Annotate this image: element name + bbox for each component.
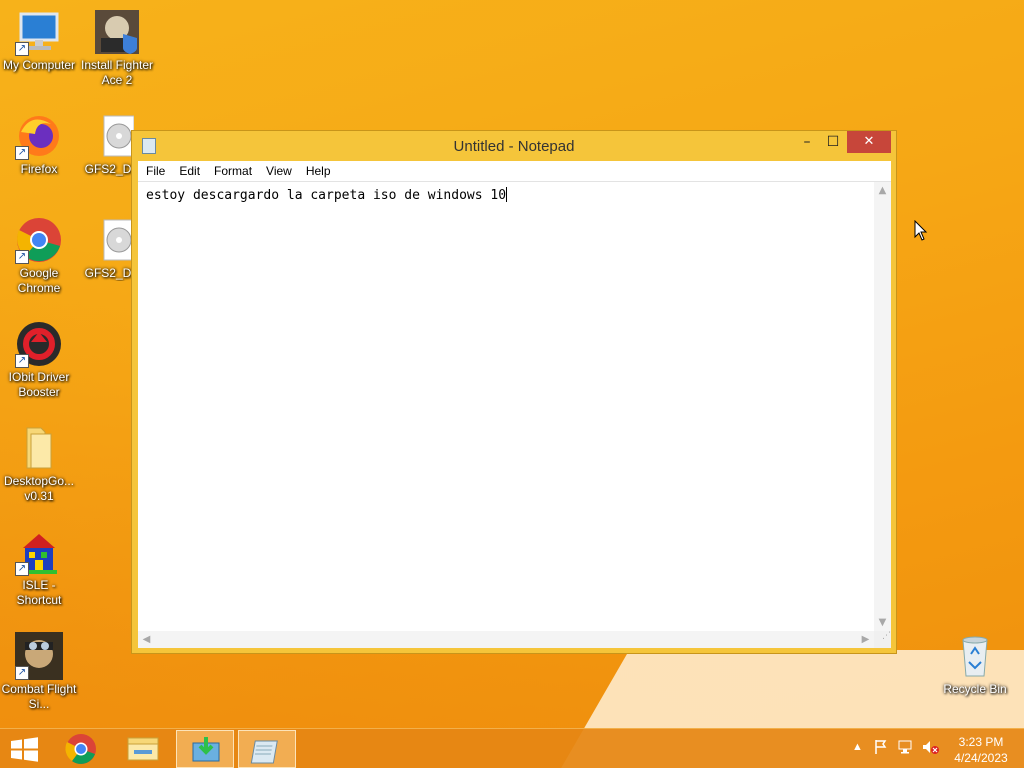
icon-label: My Computer	[2, 58, 76, 72]
desktop-icon-isle-shortcut[interactable]: ↗ ISLE - Shortcut	[0, 528, 78, 608]
isle-icon: ↗	[15, 528, 63, 576]
clock-date: 4/24/2023	[954, 751, 1008, 765]
start-button[interactable]	[0, 730, 48, 768]
icon-label: GFS2_Di	[84, 266, 134, 280]
folder-icon	[127, 737, 159, 761]
desktop-icon-gfs2-disc-1[interactable]: GFS2_Di	[78, 112, 134, 177]
notepad-window[interactable]: Untitled - Notepad – ☐ ✕ File Edit Format V…	[131, 130, 897, 654]
scroll-down-icon[interactable]: ▼	[874, 617, 891, 628]
desktop-icon-install-fighter-ace[interactable]: Install Fighter Ace 2	[78, 8, 156, 88]
installer-icon	[93, 8, 141, 56]
vertical-scrollbar[interactable]: ▲ ▼	[874, 182, 891, 631]
icon-label: Recycle Bin	[943, 682, 1007, 696]
action-center-flag-icon[interactable]	[874, 739, 888, 758]
download-icon	[192, 737, 220, 762]
combat-flight-icon: ↗	[15, 632, 63, 680]
editor-content: estoy descargardo la carpeta iso de wind…	[146, 188, 507, 203]
menu-edit[interactable]: Edit	[171, 161, 206, 178]
system-clock[interactable]: 3:23 PM 4/24/2023	[946, 734, 1016, 766]
show-hidden-icons-icon[interactable]: ▲	[852, 741, 863, 753]
desktop-icon-my-computer[interactable]: ↗ My Computer	[0, 8, 78, 73]
recycle-bin-icon	[951, 632, 999, 680]
scroll-up-icon[interactable]: ▲	[874, 185, 891, 196]
chrome-icon	[65, 734, 96, 764]
resize-grip-icon[interactable]: ⋰	[874, 631, 891, 648]
text-editor[interactable]: estoy descargardo la carpeta iso de wind…	[138, 182, 891, 648]
minimize-button[interactable]: –	[796, 131, 818, 153]
disc-image-icon	[96, 112, 134, 160]
icon-label: Combat Flight Si...	[1, 682, 77, 711]
icon-label: DesktopGo... v0.31	[3, 474, 75, 503]
close-button[interactable]: ✕	[847, 131, 891, 153]
firefox-icon: ↗	[15, 112, 63, 160]
disc-image-icon	[96, 216, 134, 264]
desktop-icon-iobit-driver-booster[interactable]: ↗ IObit Driver Booster	[0, 320, 78, 400]
icon-label: Install Fighter Ace 2	[80, 58, 154, 87]
desktop-icon-desktopgo[interactable]: DesktopGo... v0.31	[0, 424, 78, 504]
icon-label: ISLE - Shortcut	[16, 578, 62, 607]
desktop-icon-combat-flight[interactable]: ↗ Combat Flight Si...	[0, 632, 78, 712]
desktop-icon-firefox[interactable]: ↗ Firefox	[0, 112, 78, 177]
menu-file[interactable]: File	[138, 161, 171, 178]
notepad-icon	[250, 740, 278, 764]
chrome-icon: ↗	[15, 216, 63, 264]
driver-booster-icon: ↗	[15, 320, 63, 368]
folder-icon	[15, 424, 63, 472]
menu-help[interactable]: Help	[298, 161, 337, 178]
menu-view[interactable]: View	[258, 161, 298, 178]
icon-label: IObit Driver Booster	[8, 370, 70, 399]
desktop-icon-gfs2-disc-2[interactable]: GFS2_Di	[78, 216, 134, 281]
desktop-icon-recycle-bin[interactable]: Recycle Bin	[936, 632, 1014, 697]
title-bar[interactable]: Untitled - Notepad – ☐ ✕	[132, 131, 896, 161]
maximize-button[interactable]: ☐	[822, 131, 844, 153]
clock-time: 3:23 PM	[958, 735, 1004, 749]
computer-icon: ↗	[15, 8, 63, 56]
scroll-right-icon[interactable]: ▶	[857, 634, 874, 645]
menu-format[interactable]: Format	[206, 161, 258, 178]
windows-logo-icon	[11, 737, 38, 762]
text-caret	[506, 187, 508, 202]
taskbar: ▲ 3:23 PM 4/24/2023	[0, 728, 1024, 768]
icon-label: GFS2_Di	[84, 162, 134, 176]
volume-muted-icon[interactable]	[922, 739, 940, 758]
menu-bar: File Edit Format View Help	[138, 161, 891, 182]
icon-label: Firefox	[20, 162, 58, 176]
horizontal-scrollbar[interactable]: ◀ ▶	[138, 631, 874, 648]
taskbar-notepad[interactable]	[238, 730, 296, 768]
taskbar-downloads-app[interactable]	[176, 730, 234, 768]
desktop-icon-google-chrome[interactable]: ↗ Google Chrome	[0, 216, 78, 296]
window-title: Untitled - Notepad	[453, 138, 575, 155]
network-icon[interactable]	[898, 739, 914, 758]
taskbar-file-explorer[interactable]	[114, 730, 172, 768]
taskbar-chrome[interactable]	[52, 730, 110, 768]
editor-text: estoy descargardo la carpeta iso de wind…	[146, 187, 508, 203]
scroll-left-icon[interactable]: ◀	[138, 634, 155, 645]
icon-label: Google Chrome	[17, 266, 61, 295]
